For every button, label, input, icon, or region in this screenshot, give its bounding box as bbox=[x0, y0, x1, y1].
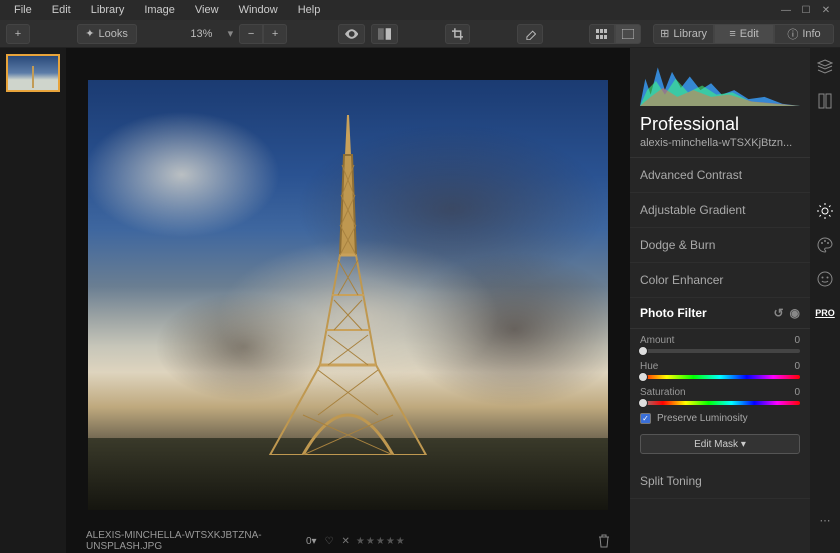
star-rating[interactable]: ★★★★★ bbox=[356, 536, 406, 547]
checkbox-icon: ✓ bbox=[640, 413, 651, 424]
compare-rail-icon[interactable] bbox=[816, 92, 834, 110]
maximize-button[interactable]: ☐ bbox=[798, 5, 814, 16]
reset-icon[interactable]: ↺ bbox=[773, 306, 783, 320]
filename-label: ALEXIS-MINCHELLA-WTSXKJBTZNA-UNSPLASH.JP… bbox=[86, 530, 306, 552]
edit-mask-button[interactable]: Edit Mask ▾ bbox=[640, 434, 800, 454]
compare-icon bbox=[378, 28, 391, 40]
panel-title: Photo Filter bbox=[640, 306, 707, 320]
panel-dodge-burn[interactable]: Dodge & Burn bbox=[630, 228, 810, 263]
single-icon bbox=[622, 29, 634, 39]
trash-button[interactable] bbox=[598, 534, 610, 548]
saturation-slider[interactable] bbox=[640, 401, 800, 405]
menu-image[interactable]: Image bbox=[136, 2, 183, 18]
menu-bar: File Edit Library Image View Window Help… bbox=[0, 0, 840, 20]
info-mode-label: Info bbox=[802, 28, 820, 40]
grid-view-button[interactable] bbox=[589, 24, 615, 44]
trash-icon bbox=[598, 534, 610, 548]
zoom-percent[interactable]: 13% bbox=[181, 28, 221, 40]
preserve-luminosity-checkbox[interactable]: ✓ Preserve Luminosity bbox=[640, 413, 800, 424]
canvas-image[interactable] bbox=[88, 80, 608, 510]
amount-value: 0 bbox=[794, 335, 800, 346]
panel-advanced-contrast[interactable]: Advanced Contrast bbox=[630, 158, 810, 193]
more-icon[interactable]: ⋯ bbox=[816, 511, 834, 529]
preset-subtitle: alexis-minchella-wTSXKjBtzn... bbox=[630, 137, 810, 158]
library-mode-button[interactable]: ⊞ Library bbox=[653, 24, 714, 44]
pro-badge[interactable]: PRO bbox=[816, 304, 834, 322]
eye-preview-button[interactable] bbox=[338, 24, 365, 44]
palette-icon[interactable] bbox=[816, 236, 834, 254]
right-panel: Professional alexis-minchella-wTSXKjBtzn… bbox=[630, 48, 840, 553]
looks-button[interactable]: ✦ Looks bbox=[77, 24, 137, 44]
face-icon[interactable] bbox=[816, 270, 834, 288]
info-mode-button[interactable]: ⓘ Info bbox=[774, 24, 834, 44]
menu-window[interactable]: Window bbox=[231, 2, 286, 18]
hue-slider[interactable] bbox=[640, 375, 800, 379]
edit-mode-button[interactable]: ≡ Edit bbox=[714, 24, 774, 44]
grid-icon bbox=[596, 29, 608, 39]
erase-button[interactable] bbox=[517, 24, 543, 44]
menu-file[interactable]: File bbox=[6, 2, 40, 18]
reject-button[interactable]: ✕ bbox=[342, 536, 350, 547]
eiffel-tower bbox=[258, 115, 438, 455]
chevron-down-icon[interactable]: ▾ bbox=[228, 27, 234, 40]
thumbnail-selected[interactable] bbox=[6, 54, 60, 92]
amount-slider[interactable] bbox=[640, 349, 800, 353]
single-view-button[interactable] bbox=[615, 24, 641, 44]
zoom-stepper: − + bbox=[239, 24, 287, 44]
panel-adjustable-gradient[interactable]: Adjustable Gradient bbox=[630, 193, 810, 228]
sliders-icon: ≡ bbox=[729, 28, 735, 40]
workspace-switch: ⊞ Library ≡ Edit ⓘ Info bbox=[653, 24, 834, 44]
preserve-label: Preserve Luminosity bbox=[657, 413, 748, 424]
close-button[interactable]: ✕ bbox=[818, 5, 834, 16]
crop-icon bbox=[452, 28, 464, 40]
panel-photo-filter-body: Amount 0 Hue 0 Saturation 0 ✓ Preserve Lumi… bbox=[630, 329, 810, 464]
eraser-icon bbox=[524, 28, 536, 40]
zoom-out-button[interactable]: − bbox=[239, 24, 263, 44]
toggle-icon[interactable]: ◉ bbox=[790, 306, 800, 320]
menu-help[interactable]: Help bbox=[290, 2, 329, 18]
menu-view[interactable]: View bbox=[187, 2, 227, 18]
view-mode-switch bbox=[589, 24, 641, 44]
eye-icon bbox=[345, 29, 358, 39]
compare-button[interactable] bbox=[371, 24, 398, 44]
canvas-footer: ALEXIS-MINCHELLA-WTSXKJBTZNA-UNSPLASH.JP… bbox=[66, 529, 630, 553]
looks-label: Looks bbox=[99, 28, 128, 40]
add-button[interactable]: + bbox=[6, 24, 30, 44]
saturation-value: 0 bbox=[794, 387, 800, 398]
menu-edit[interactable]: Edit bbox=[44, 2, 79, 18]
zoom-in-button[interactable]: + bbox=[263, 24, 287, 44]
minimize-button[interactable]: ― bbox=[778, 5, 794, 16]
toolbar: + ✦ Looks 13% ▾ − + bbox=[0, 20, 840, 48]
hue-label: Hue bbox=[640, 361, 658, 372]
hue-value: 0 bbox=[794, 361, 800, 372]
histogram[interactable] bbox=[630, 48, 810, 108]
canvas-area: ALEXIS-MINCHELLA-WTSXKJBTZNA-UNSPLASH.JP… bbox=[66, 48, 630, 553]
edit-mode-label: Edit bbox=[740, 28, 759, 40]
info-icon: ⓘ bbox=[787, 26, 798, 42]
menu-library[interactable]: Library bbox=[83, 2, 133, 18]
saturation-label: Saturation bbox=[640, 387, 686, 398]
library-mode-label: Library bbox=[673, 28, 707, 40]
tool-rail: PRO ⋯ bbox=[810, 48, 840, 553]
light-icon[interactable] bbox=[816, 202, 834, 220]
filmstrip bbox=[0, 48, 66, 553]
favorite-button[interactable]: ♡ bbox=[325, 536, 334, 547]
layers-icon[interactable] bbox=[816, 58, 834, 76]
library-icon: ⊞ bbox=[660, 27, 669, 40]
panel-split-toning[interactable]: Split Toning bbox=[630, 464, 810, 499]
panel-photo-filter-header[interactable]: Photo Filter ↺ ◉ bbox=[630, 298, 810, 329]
crop-button[interactable] bbox=[445, 24, 471, 44]
panel-color-enhancer[interactable]: Color Enhancer bbox=[630, 263, 810, 298]
amount-label: Amount bbox=[640, 335, 674, 346]
preset-title: Professional bbox=[630, 108, 810, 137]
sparkle-icon: ✦ bbox=[85, 27, 94, 40]
